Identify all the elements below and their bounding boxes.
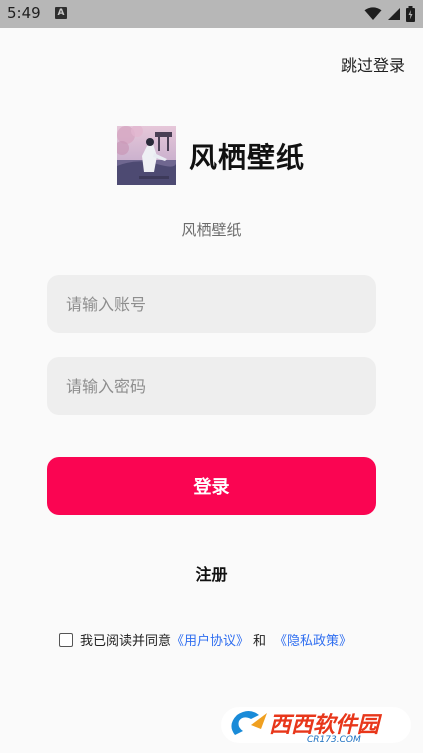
privacy-policy-link[interactable]: 《隐私政策》 [274, 630, 352, 649]
agreement-conjunction: 和 [253, 634, 267, 649]
login-button[interactable]: 登录 [47, 457, 376, 515]
agreement-prefix-text: 我已阅读并同意 [80, 634, 172, 649]
app-title: 风栖壁纸 [189, 141, 306, 174]
agreement-checkbox[interactable] [59, 632, 73, 647]
watermark-domain-text: CR173.COM [307, 735, 361, 745]
watermark-logo: 西西软件园 CR173.COM [221, 705, 411, 745]
watermark-image: 西西软件园 CR173.COM [221, 707, 411, 745]
user-agreement-link[interactable]: 《用户协议》 [171, 630, 249, 649]
cellular-icon [388, 8, 400, 20]
wifi-icon [364, 7, 382, 20]
app-subtitle: 风栖壁纸 [181, 221, 242, 239]
status-bar: 5:49 A [0, 0, 423, 28]
agreement-row: 我已阅读并同意 《用户协议》 和 《隐私政策》 [59, 630, 352, 649]
battery-icon [406, 6, 415, 22]
notification-a-icon: A [55, 7, 67, 19]
app-logo-image [115, 125, 177, 185]
app-logo [115, 125, 177, 185]
status-icons [364, 6, 415, 22]
account-input[interactable] [47, 275, 376, 333]
status-time: 5:49 [7, 4, 41, 22]
skip-login-button[interactable]: 跳过登录 [341, 52, 405, 76]
password-input[interactable] [47, 357, 376, 415]
register-link[interactable]: 注册 [0, 561, 423, 585]
